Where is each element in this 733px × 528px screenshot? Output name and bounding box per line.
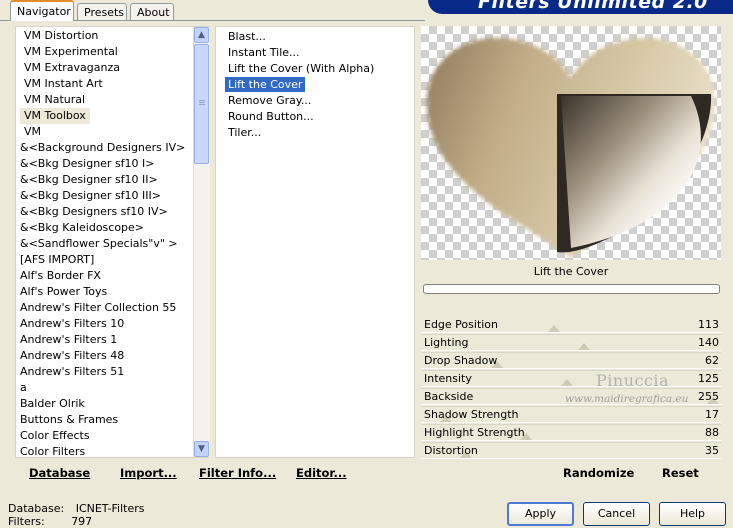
param-value: 125 [698, 372, 719, 385]
param-row[interactable]: Intensity 125 [421, 370, 721, 389]
category-item[interactable]: VM Experimental [24, 44, 118, 60]
filter-item[interactable]: Round Button... [228, 109, 314, 124]
import-button[interactable]: Import... [120, 466, 177, 480]
param-name: Lighting [424, 336, 469, 349]
category-item[interactable]: Alf's Border FX [20, 268, 101, 284]
param-row[interactable]: Shadow Strength 17 [421, 406, 721, 425]
cancel-button[interactable]: Cancel [583, 502, 650, 526]
filter-info-button[interactable]: Filter Info... [199, 466, 276, 480]
app-banner: Filters Unlimited 2.0 [428, 0, 733, 14]
category-item[interactable]: Alf's Power Toys [20, 284, 107, 300]
filter-preview [421, 26, 721, 260]
category-item[interactable]: &<Bkg Kaleidoscope> [20, 220, 144, 236]
footer-database-value: ICNET-Filters [75, 502, 145, 515]
parameter-list: Edge Position 113 Lighting 140 Drop Shadow 62… [421, 316, 721, 461]
randomize-button[interactable]: Randomize [563, 466, 634, 480]
filter-item[interactable]: Blast... [228, 29, 266, 44]
param-name: Distortion [424, 444, 478, 457]
category-item[interactable]: Color Filters [20, 444, 85, 457]
param-slider-thumb[interactable] [561, 379, 573, 386]
category-item[interactable]: &<Background Designers IV> [20, 140, 185, 156]
category-item[interactable]: &<Bkg Designers sf10 IV> [20, 204, 168, 220]
filter-item[interactable]: Tiler... [228, 125, 261, 140]
scroll-down-button[interactable]: ▼ [194, 441, 209, 457]
preview-caption: Lift the Cover [421, 262, 721, 282]
param-slider-track[interactable] [421, 368, 721, 369]
param-name: Intensity [424, 372, 472, 385]
param-slider-track[interactable] [421, 386, 721, 387]
category-item[interactable]: VM Natural [24, 92, 85, 108]
tab-navigator[interactable]: Navigator [10, 0, 74, 21]
category-item[interactable]: [AFS IMPORT] [20, 252, 94, 268]
param-name: Backside [424, 390, 474, 403]
param-row[interactable]: Edge Position 113 [421, 316, 721, 335]
param-slider-thumb[interactable] [548, 325, 560, 332]
param-name: Shadow Strength [424, 408, 519, 421]
param-name: Highlight Strength [424, 426, 525, 439]
filter-item[interactable]: Lift the Cover (With Alpha) [228, 61, 374, 76]
right-command-bar: Randomize Reset [421, 460, 721, 486]
category-item[interactable]: &<Bkg Designer sf10 III> [20, 188, 161, 204]
category-item[interactable]: Andrew's Filters 10 [20, 316, 124, 332]
category-item[interactable]: Andrew's Filters 48 [20, 348, 124, 364]
param-slider-thumb[interactable] [578, 343, 590, 350]
apply-button[interactable]: Apply [507, 502, 574, 526]
param-row[interactable]: Drop Shadow 62 [421, 352, 721, 371]
database-button[interactable]: Database [29, 466, 90, 480]
param-value: 140 [698, 336, 719, 349]
category-item[interactable]: Andrew's Filters 51 [20, 364, 124, 380]
param-slider-track[interactable] [421, 350, 721, 351]
category-item[interactable]: &<Sandflower Specials"v" > [20, 236, 178, 252]
category-item[interactable]: a [20, 380, 27, 396]
category-item[interactable]: VM Instant Art [24, 76, 103, 92]
param-slider-track[interactable] [421, 458, 721, 459]
reset-button[interactable]: Reset [662, 466, 699, 480]
category-item[interactable]: &<Bkg Designer sf10 II> [20, 172, 158, 188]
param-value: 255 [698, 390, 719, 403]
param-value: 88 [705, 426, 719, 439]
category-item[interactable]: VM Toolbox [20, 108, 90, 124]
tab-presets[interactable]: Presets [77, 3, 127, 20]
param-slider-track[interactable] [421, 332, 721, 333]
param-slider-track[interactable] [421, 440, 721, 441]
help-button[interactable]: Help [659, 502, 726, 526]
filter-item[interactable]: Remove Gray... [228, 93, 311, 108]
param-value: 35 [705, 444, 719, 457]
editor-button[interactable]: Editor... [296, 466, 347, 480]
param-row[interactable]: Distortion 35 [421, 442, 721, 461]
filter-list[interactable]: Blast... Instant Tile... Lift the Cover (W… [215, 26, 415, 458]
category-item[interactable]: Balder Olrik [20, 396, 85, 412]
banner-title: Filters Unlimited 2.0 [478, 0, 708, 13]
param-slider-track[interactable] [421, 422, 721, 423]
category-item[interactable]: Andrew's Filters 1 [20, 332, 117, 348]
watermark-url: www.maidiregrafica.eu [565, 393, 689, 405]
scroll-up-button[interactable]: ▲ [194, 27, 209, 43]
category-scrollbar[interactable]: ▲ ▼ [193, 27, 210, 457]
category-list[interactable]: VM Distortion VM Experimental VM Extravaga… [15, 26, 210, 458]
tab-about[interactable]: About [130, 3, 174, 20]
category-item[interactable]: Andrew's Filter Collection 55 [20, 300, 176, 316]
preview-image [426, 37, 716, 258]
category-item[interactable]: &<Bkg Designer sf10 I> [20, 156, 155, 172]
category-item[interactable]: Buttons & Frames [20, 412, 118, 428]
param-value: 62 [705, 354, 719, 367]
param-value: 113 [698, 318, 719, 331]
scroll-thumb[interactable] [194, 44, 209, 164]
param-name: Drop Shadow [424, 354, 498, 367]
footer-database: Database: ICNET-Filters [8, 502, 144, 515]
footer-database-label: Database: [8, 502, 65, 515]
param-row[interactable]: Lighting 140 [421, 334, 721, 353]
category-item[interactable]: VM Distortion [24, 28, 98, 44]
category-item[interactable]: VM [24, 124, 41, 140]
filter-item[interactable]: Lift the Cover [225, 77, 306, 92]
progress-bar [423, 284, 720, 294]
filter-item[interactable]: Instant Tile... [228, 45, 300, 60]
category-item[interactable]: VM Extravaganza [24, 60, 120, 76]
param-value: 17 [705, 408, 719, 421]
watermark-name: Pinuccia [596, 371, 670, 390]
category-item[interactable]: Color Effects [20, 428, 90, 444]
param-row[interactable]: Highlight Strength 88 [421, 424, 721, 443]
left-command-bar: Database Import... Filter Info... Editor… [15, 460, 415, 486]
param-name: Edge Position [424, 318, 499, 331]
